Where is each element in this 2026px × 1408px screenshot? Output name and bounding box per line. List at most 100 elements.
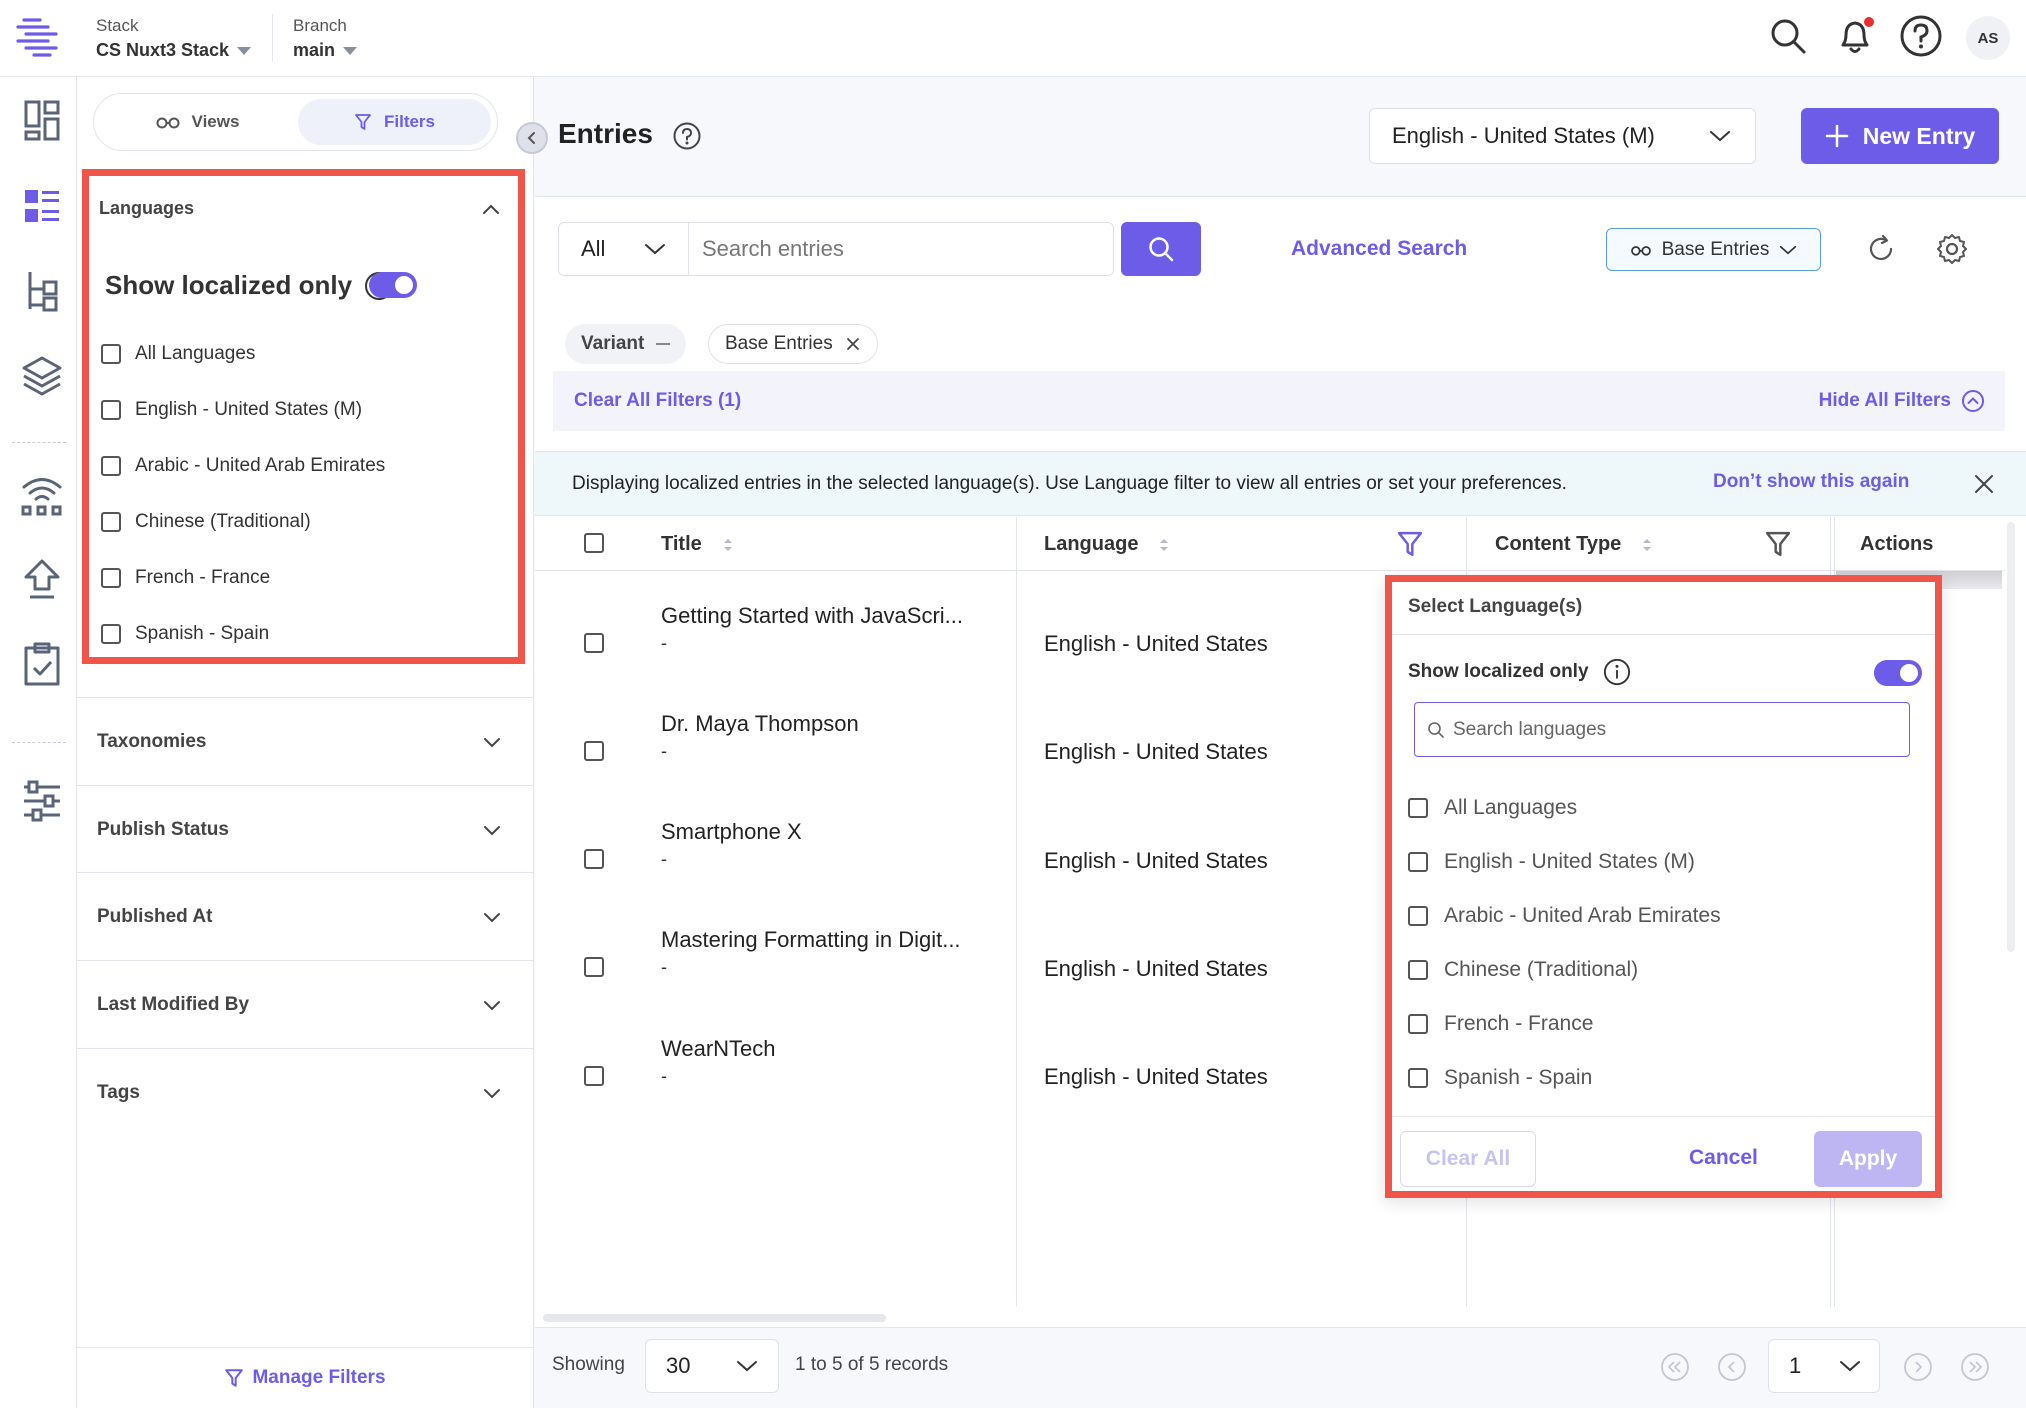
refresh-icon[interactable] [1864, 232, 1898, 266]
language-option[interactable]: French - France [101, 567, 270, 589]
checkbox[interactable] [101, 568, 121, 588]
deployments-icon[interactable] [20, 470, 64, 518]
column-language[interactable]: Language [1044, 533, 1170, 556]
content-models-icon[interactable] [20, 267, 64, 315]
info-icon[interactable] [1603, 658, 1631, 686]
tasks-icon[interactable] [20, 640, 64, 688]
entry-title[interactable]: Getting Started with JavaScri... [661, 603, 963, 629]
settings-gear-icon[interactable] [1935, 232, 1969, 266]
show-localized-toggle[interactable] [1874, 660, 1922, 686]
last-page-icon[interactable] [1960, 1352, 1990, 1382]
cancel-button[interactable]: Cancel [1689, 1146, 1758, 1170]
show-localized-toggle[interactable] [369, 272, 417, 298]
language-search-input[interactable] [1453, 718, 1893, 741]
language-option[interactable]: All Languages [101, 343, 255, 365]
language-option[interactable]: Arabic - United Arab Emirates [101, 455, 385, 477]
sort-icon[interactable] [722, 537, 734, 553]
row-checkbox[interactable] [584, 633, 604, 653]
vertical-scrollbar[interactable] [2007, 522, 2015, 952]
filter-icon[interactable] [1396, 530, 1424, 558]
filter-icon[interactable] [1764, 530, 1792, 558]
languages-header[interactable]: Languages [99, 198, 194, 219]
first-page-icon[interactable] [1660, 1352, 1690, 1382]
page-select[interactable]: 1 [1768, 1339, 1880, 1393]
variant-select[interactable]: Base Entries [1606, 228, 1821, 271]
language-option[interactable]: Chinese (Traditional) [1408, 958, 1638, 982]
checkbox[interactable] [1408, 798, 1428, 818]
search-icon[interactable] [1766, 14, 1810, 58]
checkbox[interactable] [101, 624, 121, 644]
new-entry-button[interactable]: New Entry [1801, 108, 1999, 164]
stack-selector[interactable]: Stack CS Nuxt3 Stack [96, 16, 252, 61]
next-page-icon[interactable] [1903, 1352, 1933, 1382]
checkbox[interactable] [1408, 960, 1428, 980]
checkbox[interactable] [101, 344, 121, 364]
sort-icon[interactable] [1158, 537, 1170, 553]
column-content-type[interactable]: Content Type [1495, 533, 1653, 556]
accordion-published-at[interactable]: Published At [77, 872, 533, 960]
branch-selector[interactable]: Branch main [293, 16, 358, 61]
manage-filters-button[interactable]: Manage Filters [77, 1347, 533, 1408]
entries-icon[interactable] [20, 182, 64, 230]
language-option[interactable]: English - United States (M) [1408, 850, 1695, 874]
clear-all-filters-link[interactable]: Clear All Filters (1) [574, 390, 741, 412]
app-logo-icon[interactable] [14, 16, 60, 58]
checkbox[interactable] [101, 512, 121, 532]
locale-select[interactable]: English - United States (M) [1369, 108, 1756, 164]
row-checkbox[interactable] [584, 741, 604, 761]
dont-show-again-link[interactable]: Don’t show this again [1713, 471, 1909, 493]
settings-sliders-icon[interactable] [20, 777, 64, 825]
row-checkbox[interactable] [584, 957, 604, 977]
base-entries-chip[interactable]: Base Entries [708, 324, 878, 364]
checkbox[interactable] [101, 456, 121, 476]
hide-all-filters-link[interactable]: Hide All Filters [1819, 389, 1985, 413]
entry-title[interactable]: Dr. Maya Thompson [661, 711, 859, 737]
language-option[interactable]: English - United States (M) [101, 399, 362, 421]
accordion-publish-status[interactable]: Publish Status [77, 785, 533, 873]
checkbox[interactable] [1408, 906, 1428, 926]
apply-button[interactable]: Apply [1814, 1131, 1922, 1187]
assets-icon[interactable] [20, 352, 64, 400]
close-icon[interactable] [845, 336, 861, 352]
language-option[interactable]: French - France [1408, 1012, 1593, 1036]
variant-chip[interactable]: Variant [565, 324, 687, 364]
accordion-tags[interactable]: Tags [77, 1048, 533, 1136]
search-input[interactable] [702, 223, 1102, 275]
entry-title[interactable]: WearNTech [661, 1036, 776, 1062]
checkbox[interactable] [101, 400, 121, 420]
select-all-checkbox[interactable] [584, 533, 604, 553]
accordion-last-modified-by[interactable]: Last Modified By [77, 960, 533, 1048]
entry-title[interactable]: Smartphone X [661, 819, 802, 845]
accordion-taxonomies[interactable]: Taxonomies [77, 697, 533, 785]
row-checkbox[interactable] [584, 1066, 604, 1086]
filters-tab[interactable]: Filters [298, 99, 491, 145]
checkbox[interactable] [1408, 1068, 1428, 1088]
language-option[interactable]: All Languages [1408, 796, 1577, 820]
collapse-sidebar-button[interactable] [516, 122, 548, 154]
column-title[interactable]: Title [661, 533, 734, 556]
language-option[interactable]: Spanish - Spain [101, 623, 269, 645]
language-option[interactable]: Arabic - United Arab Emirates [1408, 904, 1721, 928]
checkbox[interactable] [1408, 852, 1428, 872]
help-icon[interactable] [672, 121, 702, 151]
chevron-up-icon[interactable] [480, 198, 502, 220]
views-tab[interactable]: Views [100, 99, 295, 145]
row-checkbox[interactable] [584, 849, 604, 869]
search-scope-select[interactable]: All [559, 223, 689, 275]
checkbox[interactable] [1408, 1014, 1428, 1034]
prev-page-icon[interactable] [1717, 1352, 1747, 1382]
releases-icon[interactable] [20, 555, 64, 603]
search-button[interactable] [1121, 222, 1201, 276]
avatar[interactable]: AS [1966, 16, 2010, 60]
per-page-select[interactable]: 30 [645, 1339, 779, 1393]
help-icon[interactable] [1899, 14, 1943, 58]
language-option[interactable]: Chinese (Traditional) [101, 511, 311, 533]
close-icon[interactable] [1969, 469, 1999, 499]
clear-all-button[interactable]: Clear All [1400, 1131, 1536, 1187]
advanced-search-link[interactable]: Advanced Search [1291, 237, 1467, 261]
language-option[interactable]: Spanish - Spain [1408, 1066, 1592, 1090]
horizontal-scrollbar[interactable] [543, 1314, 886, 1322]
entry-title[interactable]: Mastering Formatting in Digit... [661, 927, 961, 953]
dashboard-icon[interactable] [20, 97, 64, 145]
sort-icon[interactable] [1641, 537, 1653, 553]
